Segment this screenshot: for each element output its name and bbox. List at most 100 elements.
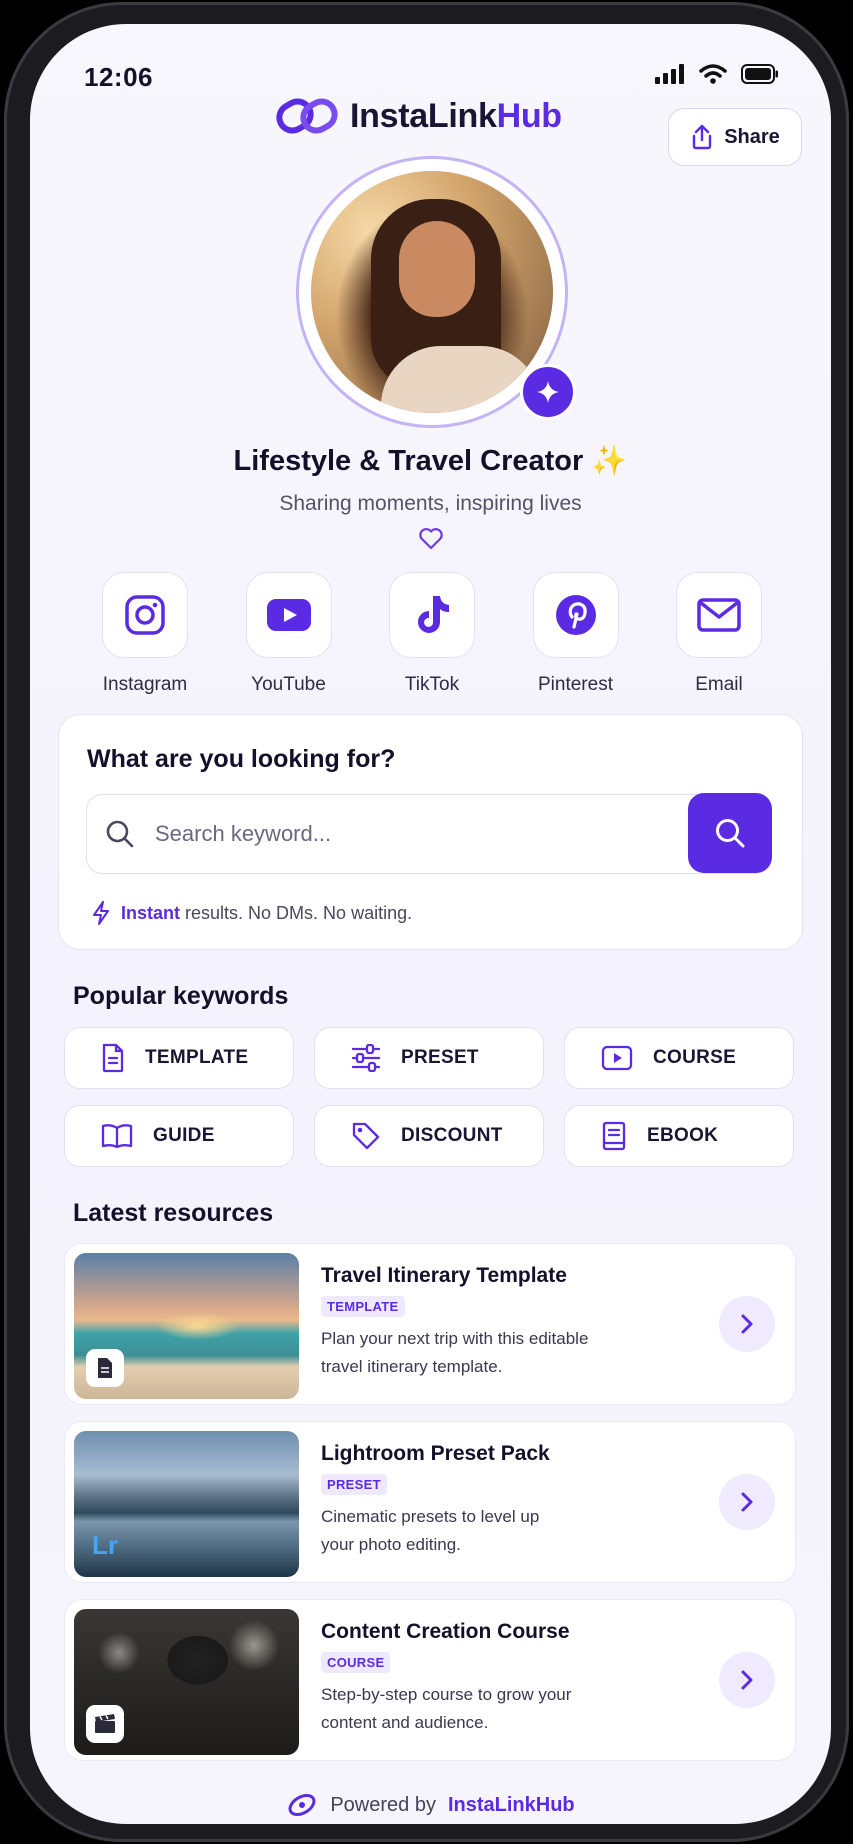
lightroom-badge: Lr: [92, 1530, 118, 1560]
share-button[interactable]: Share: [668, 108, 802, 166]
wifi-icon: [699, 64, 727, 84]
social-instagram[interactable]: Instagram: [82, 572, 208, 696]
social-pinterest-label: Pinterest: [538, 674, 613, 695]
resource-description-line: content and audience.: [321, 1713, 489, 1732]
keyword-template[interactable]: TEMPLATE: [64, 1027, 294, 1089]
chevron-right-icon: [741, 1670, 753, 1690]
resource-tag: TEMPLATE: [321, 1296, 405, 1317]
search-note-text: results. No DMs. No waiting.: [185, 902, 413, 923]
heart-icon[interactable]: [418, 527, 444, 551]
brand-logo[interactable]: InstaLinkHub: [276, 94, 562, 138]
brand-name-part1: InstaLink: [350, 96, 497, 135]
keyword-preset[interactable]: PRESET: [314, 1027, 544, 1089]
resource-card-lightroom-preset[interactable]: Lr Lightroom Preset Pack PRESET Cinemati…: [64, 1421, 796, 1583]
profile-bio: Sharing moments, inspiring lives: [279, 492, 582, 515]
social-email[interactable]: Email: [656, 572, 782, 696]
keyword-label: TEMPLATE: [145, 1047, 249, 1068]
social-youtube-label: YouTube: [251, 674, 326, 695]
keyword-course[interactable]: COURSE: [564, 1027, 794, 1089]
social-links: Instagram YouTube TikTok Pinterest Email: [82, 572, 782, 696]
resource-body: Lightroom Preset Pack PRESET Cinematic p…: [321, 1442, 641, 1559]
resource-card-content-course[interactable]: Content Creation Course COURSE Step-by-s…: [64, 1599, 796, 1761]
social-pinterest-box[interactable]: [532, 572, 619, 658]
social-tiktok-label: TikTok: [404, 674, 460, 695]
resource-tag: PRESET: [321, 1474, 387, 1495]
link-logo-icon: [276, 98, 338, 134]
profile-name-text: Lifestyle & Travel Creator: [233, 445, 584, 477]
search-title: What are you looking for?: [87, 745, 396, 773]
resource-description: Plan your next trip with this editable t…: [321, 1325, 641, 1381]
avatar[interactable]: [311, 171, 553, 413]
resource-body: Travel Itinerary Template TEMPLATE Plan …: [321, 1264, 641, 1381]
tag-icon: [352, 1122, 380, 1150]
chevron-right-icon: [741, 1492, 753, 1512]
sparkle-icon: [537, 381, 559, 403]
social-tiktok-box[interactable]: [389, 572, 475, 658]
resource-description: Cinematic presets to level up your photo…: [321, 1503, 641, 1559]
resource-card-travel-template[interactable]: Travel Itinerary Template TEMPLATE Plan …: [64, 1243, 796, 1405]
sparkles-icon: ✨: [591, 445, 628, 477]
brand-name: InstaLinkHub: [350, 97, 562, 136]
clapperboard-icon: [95, 1714, 115, 1733]
resource-thumbnail: [74, 1253, 299, 1399]
keywords-grid: TEMPLATE PRESET COURSE GUIDE DISCOUNT EB…: [64, 1027, 798, 1167]
search-submit-button[interactable]: [688, 793, 772, 873]
social-youtube-box[interactable]: [245, 572, 332, 658]
resource-description: Step-by-step course to grow your content…: [321, 1681, 641, 1737]
social-tiktok[interactable]: TikTok: [369, 572, 495, 696]
tiktok-icon: [418, 596, 449, 633]
search-note-accent: Instant: [121, 902, 181, 923]
thumbnail-badge: [86, 1349, 124, 1387]
keyword-label: DISCOUNT: [401, 1125, 503, 1146]
status-bar: 12:06: [30, 42, 831, 102]
sliders-icon: [351, 1044, 381, 1072]
social-pinterest[interactable]: Pinterest: [513, 572, 639, 696]
resources-title: Latest resources: [73, 1199, 274, 1227]
resource-open-button[interactable]: [719, 1474, 775, 1530]
resource-title: Travel Itinerary Template: [321, 1264, 567, 1287]
resource-description-line: travel itinerary template.: [321, 1357, 503, 1376]
social-instagram-label: Instagram: [102, 674, 188, 695]
screen: 12:06 InstaLinkHub Share Lifestyle & Tra…: [30, 24, 831, 1824]
resource-thumbnail: [74, 1609, 299, 1755]
resources-list: Travel Itinerary Template TEMPLATE Plan …: [64, 1243, 796, 1777]
keyword-label: COURSE: [653, 1047, 737, 1068]
verified-badge: [520, 364, 576, 420]
book-icon: [101, 1124, 133, 1149]
resource-title: Lightroom Preset Pack: [321, 1442, 550, 1465]
pinterest-icon: [555, 595, 596, 635]
profile-name: Lifestyle & Travel Creator ✨: [30, 444, 831, 478]
play-icon: [601, 1045, 633, 1071]
keyword-label: PRESET: [401, 1047, 479, 1068]
keyword-label: EBOOK: [647, 1125, 719, 1146]
search-box[interactable]: [86, 793, 772, 874]
search-icon: [106, 820, 134, 848]
social-youtube[interactable]: YouTube: [226, 572, 352, 696]
chevron-right-icon: [741, 1314, 753, 1334]
social-email-box[interactable]: [676, 572, 762, 658]
resource-open-button[interactable]: [719, 1296, 775, 1352]
resource-tag: COURSE: [321, 1652, 391, 1673]
search-icon: [716, 819, 745, 848]
resource-description-line: Cinematic presets to level up: [321, 1507, 540, 1526]
document-icon: [102, 1043, 124, 1073]
status-time: 12:06: [84, 62, 153, 92]
battery-icon: [741, 64, 778, 84]
resource-body: Content Creation Course COURSE Step-by-s…: [321, 1620, 641, 1737]
search-note: Instant results. No DMs. No waiting.: [91, 901, 412, 925]
document-icon: [98, 1358, 112, 1378]
keyword-guide[interactable]: GUIDE: [64, 1105, 294, 1167]
search-input[interactable]: [155, 813, 655, 855]
search-card: What are you looking for? I: [58, 714, 803, 950]
mail-icon: [697, 598, 741, 632]
social-instagram-box[interactable]: [102, 572, 188, 658]
status-icons: [655, 64, 779, 84]
keyword-label: GUIDE: [153, 1125, 215, 1146]
resource-open-button[interactable]: [719, 1652, 775, 1708]
keyword-discount[interactable]: DISCOUNT: [314, 1105, 544, 1167]
footer-brand-link[interactable]: InstaLinkHub: [448, 1794, 575, 1817]
signal-icon: [655, 64, 684, 84]
resource-description-line: your photo editing.: [321, 1535, 461, 1554]
keyword-ebook[interactable]: EBOOK: [564, 1105, 794, 1167]
phone-frame: 12:06 InstaLinkHub Share Lifestyle & Tra…: [4, 2, 849, 1842]
